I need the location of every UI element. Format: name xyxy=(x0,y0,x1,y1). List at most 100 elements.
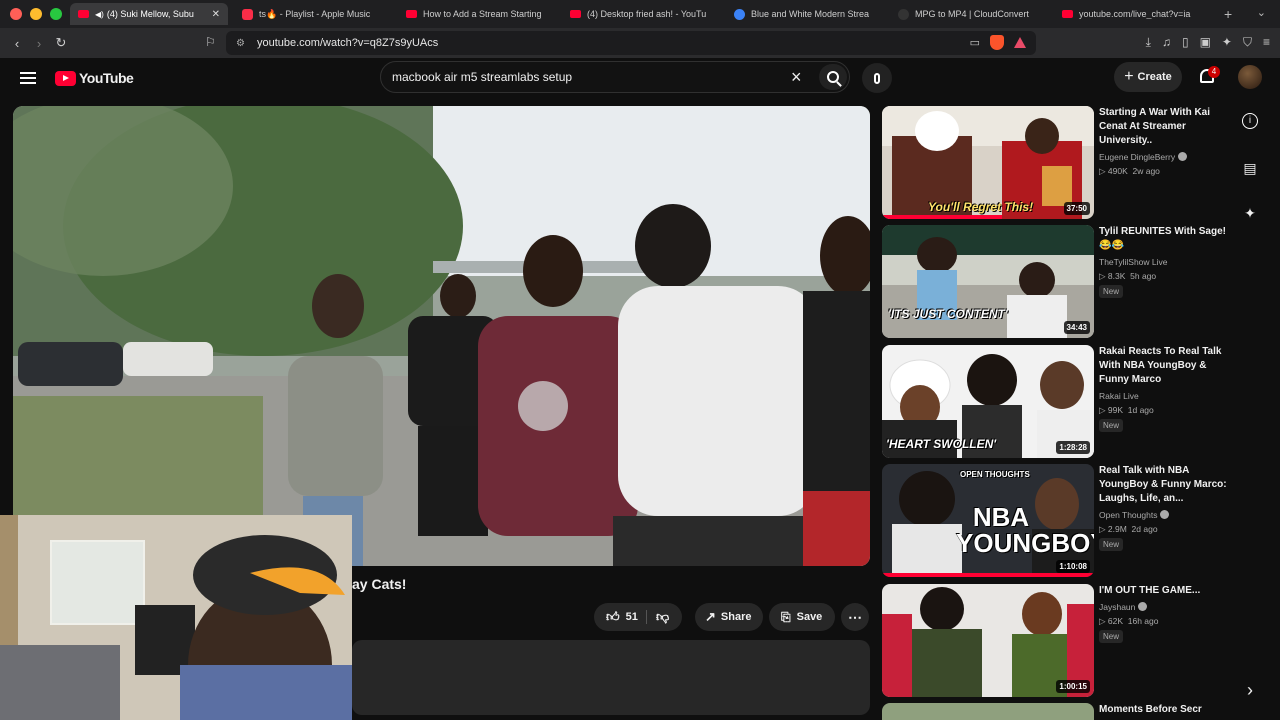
browser-tab-6[interactable]: youtube.com/live_chat?v=ia xyxy=(1054,3,1212,25)
address-bar[interactable]: ⚙ youtube.com/watch?v=q8Z7s9yUAcs ▭ xyxy=(226,31,1036,55)
share-label: Share xyxy=(720,611,752,623)
search-input[interactable] xyxy=(392,70,782,84)
ai-icon[interactable]: ✦ xyxy=(1222,35,1232,50)
video-thumbnail[interactable] xyxy=(882,703,1094,720)
download-icon[interactable]: ⤓ xyxy=(1146,35,1151,50)
like-count[interactable]: 51 xyxy=(626,611,638,623)
duration-badge: 1:10:08 xyxy=(1056,560,1090,573)
search-button[interactable] xyxy=(819,64,847,90)
video-thumbnail[interactable]: You'll Regret This! 37:50 xyxy=(882,106,1094,219)
recommendation-title[interactable]: Starting A War With Kai Cenat At Streame… xyxy=(1099,106,1229,148)
brave-rewards-icon[interactable] xyxy=(1014,37,1026,48)
recommendation-title[interactable]: Tylil REUNITES With Sage! 😂😂 xyxy=(1099,225,1229,253)
voice-search-button[interactable] xyxy=(862,63,892,93)
recommendation-item[interactable]: OPEN THOUGHTS NBA YOUNGBOY 1:10:08 Real … xyxy=(882,464,1227,577)
webcam-frame xyxy=(0,515,352,720)
search-icon xyxy=(827,71,839,83)
browser-tab-4[interactable]: Blue and White Modern Strea xyxy=(726,3,884,25)
channel-name[interactable]: TheTylilShow Live xyxy=(1099,257,1168,267)
reload-icon[interactable]: ↻ xyxy=(50,35,72,51)
sparkle-icon[interactable]: ✦ xyxy=(1240,205,1260,225)
video-meta: ▷ 8.3K 5h ago xyxy=(1099,271,1157,281)
wallet-icon[interactable]: ▣ xyxy=(1200,35,1211,50)
video-thumbnail[interactable]: 1:00:15 xyxy=(882,584,1094,697)
channel-name[interactable]: Rakai Live xyxy=(1099,391,1139,401)
video-thumbnail[interactable]: OPEN THOUGHTS NBA YOUNGBOY 1:10:08 xyxy=(882,464,1094,577)
menu-icon[interactable]: ≡ xyxy=(1263,35,1270,50)
browser-tab-0[interactable]: ◀) (4) Suki Mellow, Subu ✕ xyxy=(70,3,228,25)
video-player[interactable] xyxy=(13,106,870,566)
webcam-overlay xyxy=(0,515,352,720)
duration-badge: 1:28:28 xyxy=(1056,441,1090,454)
share-button[interactable]: ↗ Share xyxy=(695,603,763,631)
thumbs-up-icon[interactable]: 👍︎ xyxy=(606,609,620,625)
recommendation-item[interactable]: 'ITS JUST CONTENT' 34:43 Tylil REUNITES … xyxy=(882,225,1226,338)
youtube-icon xyxy=(78,10,89,18)
chevron-down-icon[interactable]: ⌄ xyxy=(1257,6,1266,19)
description-box[interactable] xyxy=(352,640,870,715)
close-tab-icon[interactable]: ✕ xyxy=(212,9,220,20)
recommendation-title[interactable]: Rakai Reacts To Real Talk With NBA Young… xyxy=(1099,345,1229,387)
like-dislike-group: 👍︎ 51 👎︎ xyxy=(594,603,682,631)
brave-shields-icon[interactable] xyxy=(990,35,1004,50)
zoom-window-button[interactable] xyxy=(50,8,62,20)
recommendation-item[interactable]: 'HEART SWOLLEN' 1:28:28 Rakai Reacts To … xyxy=(882,345,1221,458)
thumbnail-caption: You'll Regret This! xyxy=(928,200,1034,214)
thumbnail-caption: 'HEART SWOLLEN' xyxy=(886,437,997,451)
new-tab-icon[interactable]: + xyxy=(1224,6,1232,22)
recommendation-title[interactable]: Real Talk with NBA YoungBoy & Funny Marc… xyxy=(1099,464,1229,506)
avatar[interactable] xyxy=(1238,65,1262,89)
tab-label: How to Add a Stream Starting xyxy=(423,9,542,19)
chat-icon[interactable]: ▤ xyxy=(1240,160,1260,180)
minimize-window-button[interactable] xyxy=(30,8,42,20)
speaker-icon[interactable]: ◀) xyxy=(95,10,104,19)
recommendation-title[interactable]: I'M OUT THE GAME... xyxy=(1099,584,1229,598)
youtube-icon xyxy=(406,10,417,18)
thumbs-down-icon[interactable]: 👎︎ xyxy=(656,609,669,625)
channel-name[interactable]: Open Thoughts xyxy=(1099,510,1170,520)
search-box: × xyxy=(380,61,850,93)
browser-tab-2[interactable]: How to Add a Stream Starting xyxy=(398,3,556,25)
url-text: youtube.com/watch?v=q8Z7s9yUAcs xyxy=(256,37,439,49)
hamburger-menu-icon[interactable] xyxy=(20,72,36,87)
close-window-button[interactable] xyxy=(10,8,22,20)
bookmark-icon[interactable]: ⚐ xyxy=(205,35,216,49)
bookmark-save-icon: ⎘ xyxy=(781,609,791,624)
browser-tab-5[interactable]: MPG to MP4 | CloudConvert xyxy=(890,3,1048,25)
tab-label: ts🔥 - Playlist - Apple Music xyxy=(259,8,371,19)
recommendation-item[interactable]: Moments Before Secret xyxy=(882,703,1202,720)
duration-badge: 1:00:15 xyxy=(1056,680,1090,693)
chevron-right-icon[interactable]: › xyxy=(1240,680,1260,700)
share-icon: ↗ xyxy=(705,609,716,624)
channel-name[interactable]: Eugene DingleBerry xyxy=(1099,152,1188,162)
plus-icon: + xyxy=(1124,68,1134,85)
recommendation-item[interactable]: 1:00:15 I'M OUT THE GAME... Jayshaun ▷ 6… xyxy=(882,584,1202,697)
thumbnail-caption: NBA YOUNGBOY xyxy=(956,502,1094,558)
tab-label: Blue and White Modern Strea xyxy=(751,9,870,19)
video-thumbnail[interactable]: 'HEART SWOLLEN' 1:28:28 xyxy=(882,345,1094,458)
duration-badge: 37:50 xyxy=(1063,202,1090,215)
clear-search-icon[interactable]: × xyxy=(791,67,802,88)
video-thumbnail[interactable]: 'ITS JUST CONTENT' 34:43 xyxy=(882,225,1094,338)
browser-tab-3[interactable]: (4) Desktop fried ash! - YouTu xyxy=(562,3,720,25)
youtube-logo[interactable]: YouTube xyxy=(55,70,134,86)
verified-icon xyxy=(1138,602,1148,611)
media-icon[interactable]: ♫ xyxy=(1162,35,1171,50)
channel-name[interactable]: Jayshaun xyxy=(1099,602,1148,612)
browser-tab-1[interactable]: ts🔥 - Playlist - Apple Music xyxy=(234,3,392,25)
vpn-icon[interactable]: ⛉ xyxy=(1243,35,1252,50)
info-icon[interactable]: i xyxy=(1242,113,1258,129)
sidebar-toggle-icon[interactable]: ▯ xyxy=(1182,35,1189,50)
save-button[interactable]: ⎘ Save xyxy=(769,603,835,631)
forward-icon[interactable]: › xyxy=(28,36,50,51)
site-settings-icon[interactable]: ⚙ xyxy=(236,38,245,49)
recommendation-title[interactable]: Moments Before Secret xyxy=(1099,703,1202,717)
create-button[interactable]: + Create xyxy=(1114,62,1182,92)
more-actions-button[interactable]: ⋯ xyxy=(841,603,869,631)
cast-icon[interactable]: ▭ xyxy=(970,36,980,49)
notification-count-badge: 4 xyxy=(1208,66,1220,78)
recommendation-item[interactable]: You'll Regret This! 37:50 Starting A War… xyxy=(882,106,1210,219)
video-meta: ▷ 62K 16h ago xyxy=(1099,616,1159,626)
back-icon[interactable]: ‹ xyxy=(6,36,28,51)
verified-icon xyxy=(1178,152,1188,161)
